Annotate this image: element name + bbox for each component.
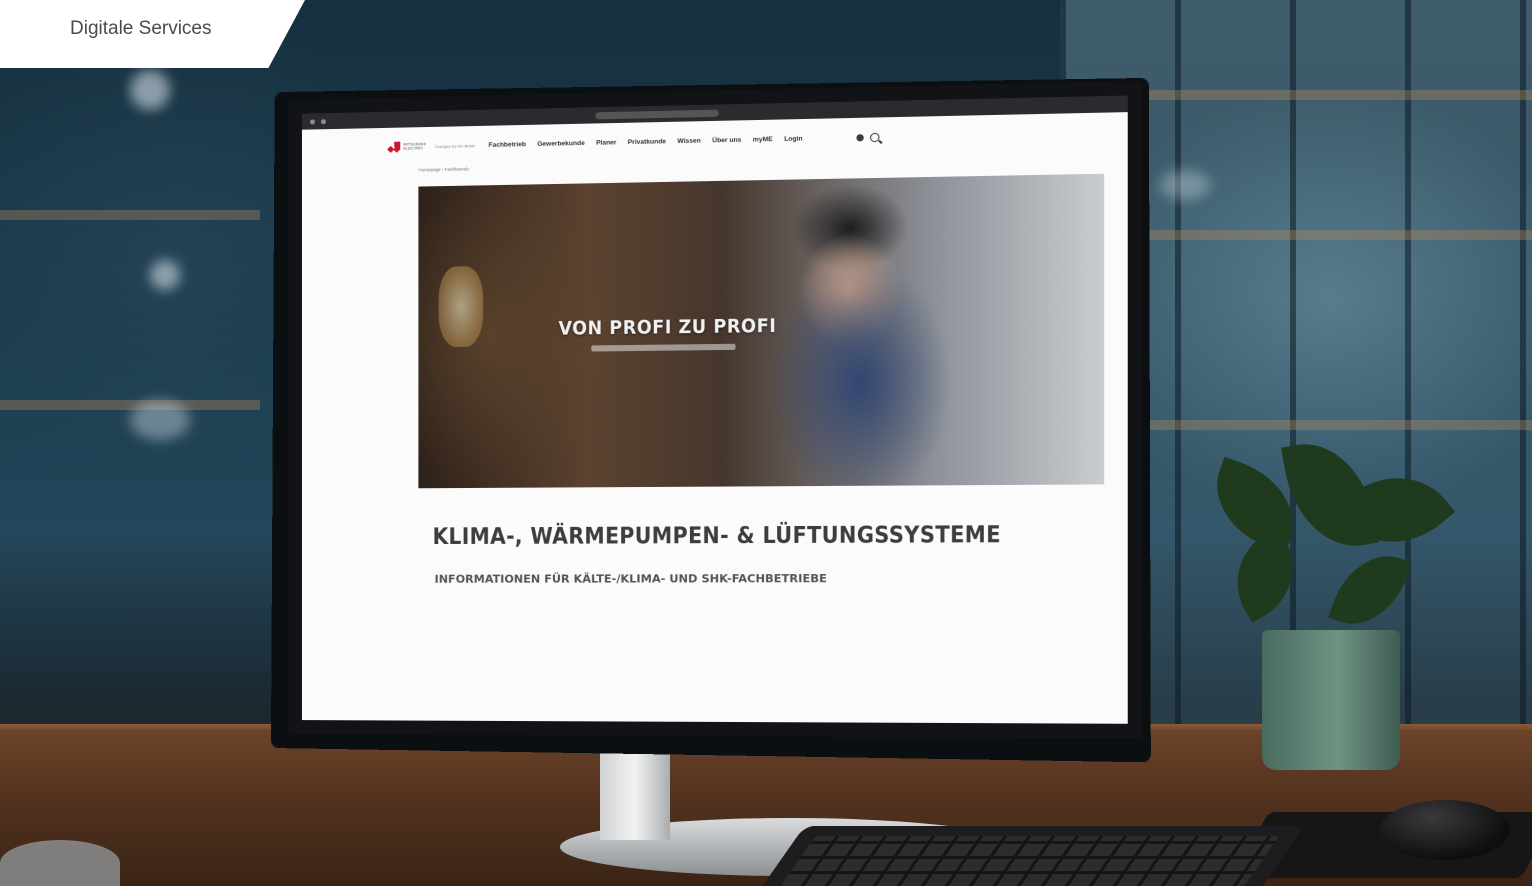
nav-item-planer: Planer: [596, 138, 617, 147]
nav-item-myme: myME: [752, 135, 773, 144]
nav-item-privatkunde: Privatkunde: [627, 137, 667, 146]
keyboard: [755, 826, 1305, 886]
nav-item-gewerbekunde: Gewerbekunde: [537, 139, 585, 148]
monitor-screen: MITSUBISHI ELECTRIC Changes for the Bett…: [288, 80, 1143, 739]
office-background-photo: MITSUBISHI ELECTRIC Changes for the Bett…: [0, 0, 1532, 886]
browser-control-icon: [320, 118, 326, 124]
globe-icon: [855, 133, 864, 141]
shelf: [0, 400, 260, 410]
address-bar: [595, 109, 719, 119]
search-icon: [869, 132, 880, 142]
plant-pot: [1262, 630, 1400, 770]
category-label: Digitale Services: [70, 18, 212, 39]
bokeh-light: [150, 260, 180, 290]
hero-banner: VON PROFI ZU PROFI: [418, 173, 1105, 489]
browser-control-icon: [309, 118, 315, 125]
shelf: [1140, 230, 1532, 240]
logo-diamonds-icon: [388, 141, 401, 152]
hero-title: VON PROFI ZU PROFI: [558, 314, 777, 340]
nav-item-login: Login: [784, 134, 803, 143]
pad: [0, 840, 120, 886]
brand-logo: MITSUBISHI ELECTRIC Changes for the Bett…: [388, 140, 477, 152]
nav-item-ueber-uns: Über uns: [712, 136, 742, 144]
logo-subtext: Changes for the Better: [434, 142, 476, 149]
shelf: [1140, 420, 1532, 430]
logo-text: MITSUBISHI ELECTRIC: [403, 141, 427, 151]
nav-item-fachbetrieb: Fachbetrieb: [488, 140, 526, 149]
bokeh-light: [130, 400, 190, 440]
page-subheading: INFORMATIONEN FÜR KÄLTE-/KLIMA- UND SHK-…: [434, 571, 827, 586]
header-icons: [855, 132, 880, 142]
page-heading: KLIMA-, WÄRMEPUMPEN- & LÜFTUNGSSYSTEME: [432, 520, 1001, 550]
shelf: [1140, 90, 1532, 100]
bokeh-light: [1160, 170, 1210, 200]
shelf: [0, 210, 260, 220]
nav-item-wissen: Wissen: [677, 136, 701, 145]
bokeh-light: [130, 70, 170, 110]
computer-mouse: [1380, 800, 1510, 860]
